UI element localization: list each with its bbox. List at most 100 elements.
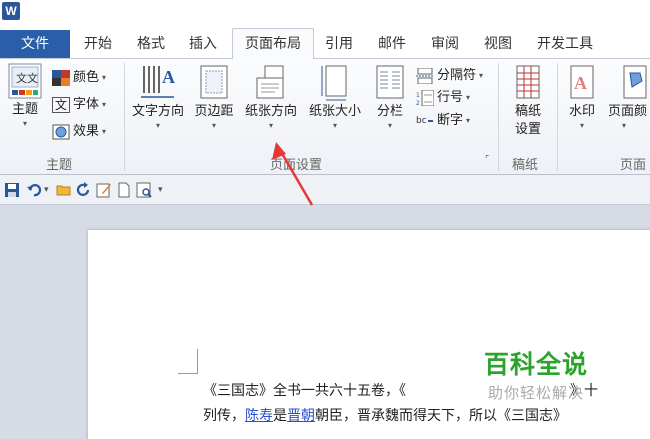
watermark-subtitle: 助你轻松解决	[487, 384, 584, 402]
columns-label: 分栏	[376, 104, 403, 119]
redo-icon[interactable]	[76, 182, 92, 198]
page-color-dropdown-icon: ▾	[622, 121, 627, 130]
size-button[interactable]: 纸张大小 ▾	[304, 63, 366, 131]
watermark-icon: A	[570, 65, 594, 99]
svg-text:A: A	[162, 67, 175, 87]
columns-dropdown-icon: ▾	[387, 121, 392, 130]
svg-text:A: A	[574, 73, 587, 93]
group-separator	[557, 63, 558, 171]
page-color-icon	[623, 65, 647, 99]
tab-page-layout[interactable]: 页面布局	[232, 28, 314, 59]
ribbon: 文文 主题 ▾ 颜色 ▾ 文 字体 ▾ 效果 ▾ 主题 A 文字方向 ▾ 页边距 ▾	[0, 58, 650, 175]
new-document-icon[interactable]	[116, 182, 132, 198]
draft-settings-button[interactable]: 稿纸 设置	[506, 63, 550, 139]
theme-colors-dropdown-icon: ▾	[102, 73, 107, 82]
edit-document-icon[interactable]	[96, 182, 112, 198]
ribbon-tabs: 文件 开始 格式 插入 页面布局 引用 邮件 审阅 视图 开发工具	[0, 28, 650, 59]
word-app-icon[interactable]: W	[2, 2, 20, 20]
line-numbers-button[interactable]: 12 行号 ▾	[416, 87, 470, 109]
hyphenation-dropdown-icon: ▾	[466, 116, 471, 125]
tab-developer[interactable]: 开发工具	[537, 30, 593, 58]
tab-review[interactable]: 审阅	[431, 30, 459, 58]
margins-icon	[200, 65, 228, 99]
size-dropdown-icon: ▾	[332, 121, 337, 130]
theme-effects-label: 效果	[73, 124, 100, 139]
line-numbers-dropdown-icon: ▾	[466, 93, 471, 102]
svg-text:2: 2	[416, 100, 420, 106]
watermark-dropdown-icon: ▾	[579, 121, 584, 130]
themes-button[interactable]: 文文 主题 ▾	[4, 63, 46, 129]
size-label: 纸张大小	[308, 104, 361, 119]
page-color-button[interactable]: 页面颜 ▾	[608, 63, 650, 131]
page-color-label: 页面颜	[608, 104, 648, 119]
themes-label: 主题	[11, 102, 38, 117]
line-numbers-label: 行号	[437, 90, 464, 105]
theme-colors-button[interactable]: 颜色 ▾	[52, 67, 106, 89]
svg-text:1: 1	[416, 92, 420, 99]
breaks-icon	[416, 68, 434, 84]
theme-fonts-button[interactable]: 文 字体 ▾	[52, 94, 106, 116]
breaks-label: 分隔符	[437, 68, 477, 83]
theme-fonts-label: 字体	[73, 97, 100, 112]
themes-dropdown-icon: ▾	[22, 119, 27, 128]
margins-label: 页边距	[194, 104, 234, 119]
text-direction-label: 文字方向	[131, 104, 184, 119]
group-separator	[498, 63, 499, 171]
hyperlink[interactable]: 晋朝	[287, 408, 315, 424]
watermark-title: 百科全说	[483, 350, 588, 379]
tab-file[interactable]: 文件	[0, 30, 70, 58]
group-label-page-setup: 页面设置	[270, 158, 323, 173]
margins-dropdown-icon: ▾	[211, 121, 216, 130]
hyphenation-icon: bc	[416, 116, 433, 126]
text-run: 朝臣，晋承魏而得天下，所以《三国志》	[315, 408, 567, 424]
text-direction-dropdown-icon: ▾	[155, 121, 160, 130]
margins-button[interactable]: 页边距 ▾	[190, 63, 238, 131]
text-run: 列传，	[203, 408, 245, 424]
title-bar: W	[0, 0, 650, 28]
themes-icon: 文文	[8, 63, 42, 99]
draft-label-line1: 稿纸	[514, 104, 541, 119]
theme-effects-button[interactable]: 效果 ▾	[52, 121, 106, 143]
save-icon[interactable]	[4, 182, 20, 198]
line-numbers-icon: 12	[416, 90, 434, 106]
hyphenation-button[interactable]: bc 断字 ▾	[416, 110, 470, 132]
tab-format[interactable]: 格式	[137, 30, 165, 58]
watermark-button[interactable]: A 水印 ▾	[562, 63, 602, 131]
group-label-page-background: 页面	[620, 158, 647, 173]
customize-toolbar-icon[interactable]: ▾	[158, 182, 174, 198]
breaks-button[interactable]: 分隔符 ▾	[416, 65, 483, 87]
theme-colors-label: 颜色	[73, 70, 100, 85]
undo-icon[interactable]	[26, 182, 42, 198]
theme-effects-dropdown-icon: ▾	[102, 127, 107, 136]
page-setup-dialog-launcher-icon[interactable]: ⌜	[485, 155, 489, 165]
columns-icon	[376, 65, 404, 99]
orientation-icon	[256, 65, 284, 99]
print-preview-icon[interactable]	[136, 182, 152, 198]
columns-button[interactable]: 分栏 ▾	[370, 63, 410, 131]
hyphenation-label: 断字	[437, 113, 464, 128]
text-direction-button[interactable]: A 文字方向 ▾	[128, 63, 188, 131]
open-folder-icon[interactable]	[56, 182, 72, 198]
tab-references[interactable]: 引用	[325, 30, 353, 58]
svg-text:bc: bc	[416, 116, 427, 126]
breaks-dropdown-icon: ▾	[479, 71, 484, 80]
paper-size-icon	[321, 65, 347, 101]
orientation-label: 纸张方向	[244, 104, 297, 119]
tab-home[interactable]: 开始	[84, 30, 112, 58]
orientation-button[interactable]: 纸张方向 ▾	[240, 63, 302, 131]
theme-fonts-icon: 文	[52, 97, 70, 113]
tab-insert[interactable]: 插入	[189, 30, 217, 58]
tab-view[interactable]: 视图	[484, 30, 512, 58]
draft-paper-icon	[516, 65, 540, 99]
draft-label-line2: 设置	[514, 122, 541, 137]
theme-colors-icon	[52, 70, 70, 86]
page-margin-corner-mark	[178, 349, 198, 374]
group-separator	[124, 63, 125, 171]
tab-mailings[interactable]: 邮件	[378, 30, 406, 58]
hyperlink[interactable]: 陈寿	[245, 408, 273, 424]
watermark-label: 水印	[568, 104, 595, 119]
text-direction-icon: A	[141, 66, 175, 98]
orientation-dropdown-icon: ▾	[268, 121, 273, 130]
site-watermark: 百科全说 助你轻松解决	[466, 348, 606, 410]
quick-access-toolbar: ▾ ▾	[0, 175, 650, 205]
